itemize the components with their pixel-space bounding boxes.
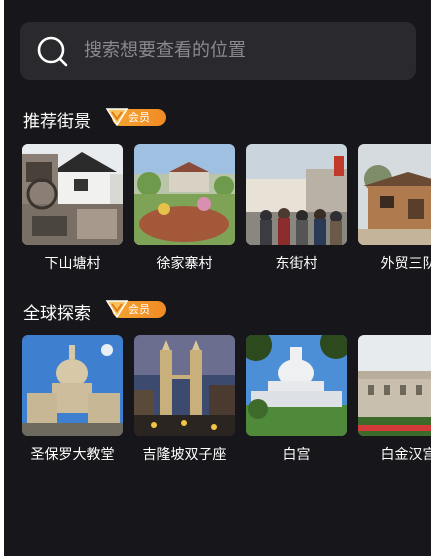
section-title-recommended: 推荐街景 <box>23 112 91 132</box>
scene-card[interactable]: 圣保罗大教堂 <box>22 335 123 469</box>
thumbnail <box>22 144 123 245</box>
scene-label: 徐家寨村 <box>156 256 213 272</box>
vip-badge: 会员 <box>104 298 168 320</box>
vip-badge: 会员 <box>104 106 168 128</box>
scene-label: 下山塘村 <box>44 256 101 272</box>
scene-label: 白金汉宫 <box>380 447 432 463</box>
section-title-global: 全球探索 <box>23 304 91 324</box>
thumbnail <box>134 144 235 245</box>
scene-card[interactable]: 白宫 <box>246 335 347 469</box>
search-input[interactable]: 搜索想要查看的位置 <box>84 22 246 80</box>
scene-card[interactable]: 白金汉宫 <box>358 335 431 469</box>
search-icon <box>37 36 68 67</box>
thumbnail <box>134 335 235 436</box>
scene-label: 东街村 <box>275 256 318 272</box>
recommended-row[interactable]: 下山塘村 徐家寨村 东街村 外贸三队 <box>22 144 431 278</box>
scene-label: 白宫 <box>282 447 311 463</box>
scene-label: 圣保罗大教堂 <box>30 447 115 463</box>
vip-diamond-icon <box>105 108 129 127</box>
thumbnail <box>246 335 347 436</box>
scene-card[interactable]: 下山塘村 <box>22 144 123 278</box>
scene-card[interactable]: 徐家寨村 <box>134 144 235 278</box>
thumbnail <box>358 335 431 436</box>
vip-diamond-icon <box>105 300 129 319</box>
scene-label: 外贸三队 <box>380 256 432 272</box>
search-bar[interactable]: 搜索想要查看的位置 <box>20 22 416 80</box>
thumbnail <box>246 144 347 245</box>
scene-label: 吉隆坡双子座 <box>142 447 227 463</box>
thumbnail <box>358 144 431 245</box>
app-screen: 搜索想要查看的位置 推荐街景 会员 下山塘村 徐家寨村 东街村 外贸三队 全球探… <box>4 0 431 556</box>
scene-card[interactable]: 东街村 <box>246 144 347 278</box>
thumbnail <box>22 335 123 436</box>
scene-card[interactable]: 外贸三队 <box>358 144 431 278</box>
scene-card[interactable]: 吉隆坡双子座 <box>134 335 235 469</box>
global-row[interactable]: 圣保罗大教堂 吉隆坡双子座 白宫 白金汉宫 <box>22 335 431 469</box>
